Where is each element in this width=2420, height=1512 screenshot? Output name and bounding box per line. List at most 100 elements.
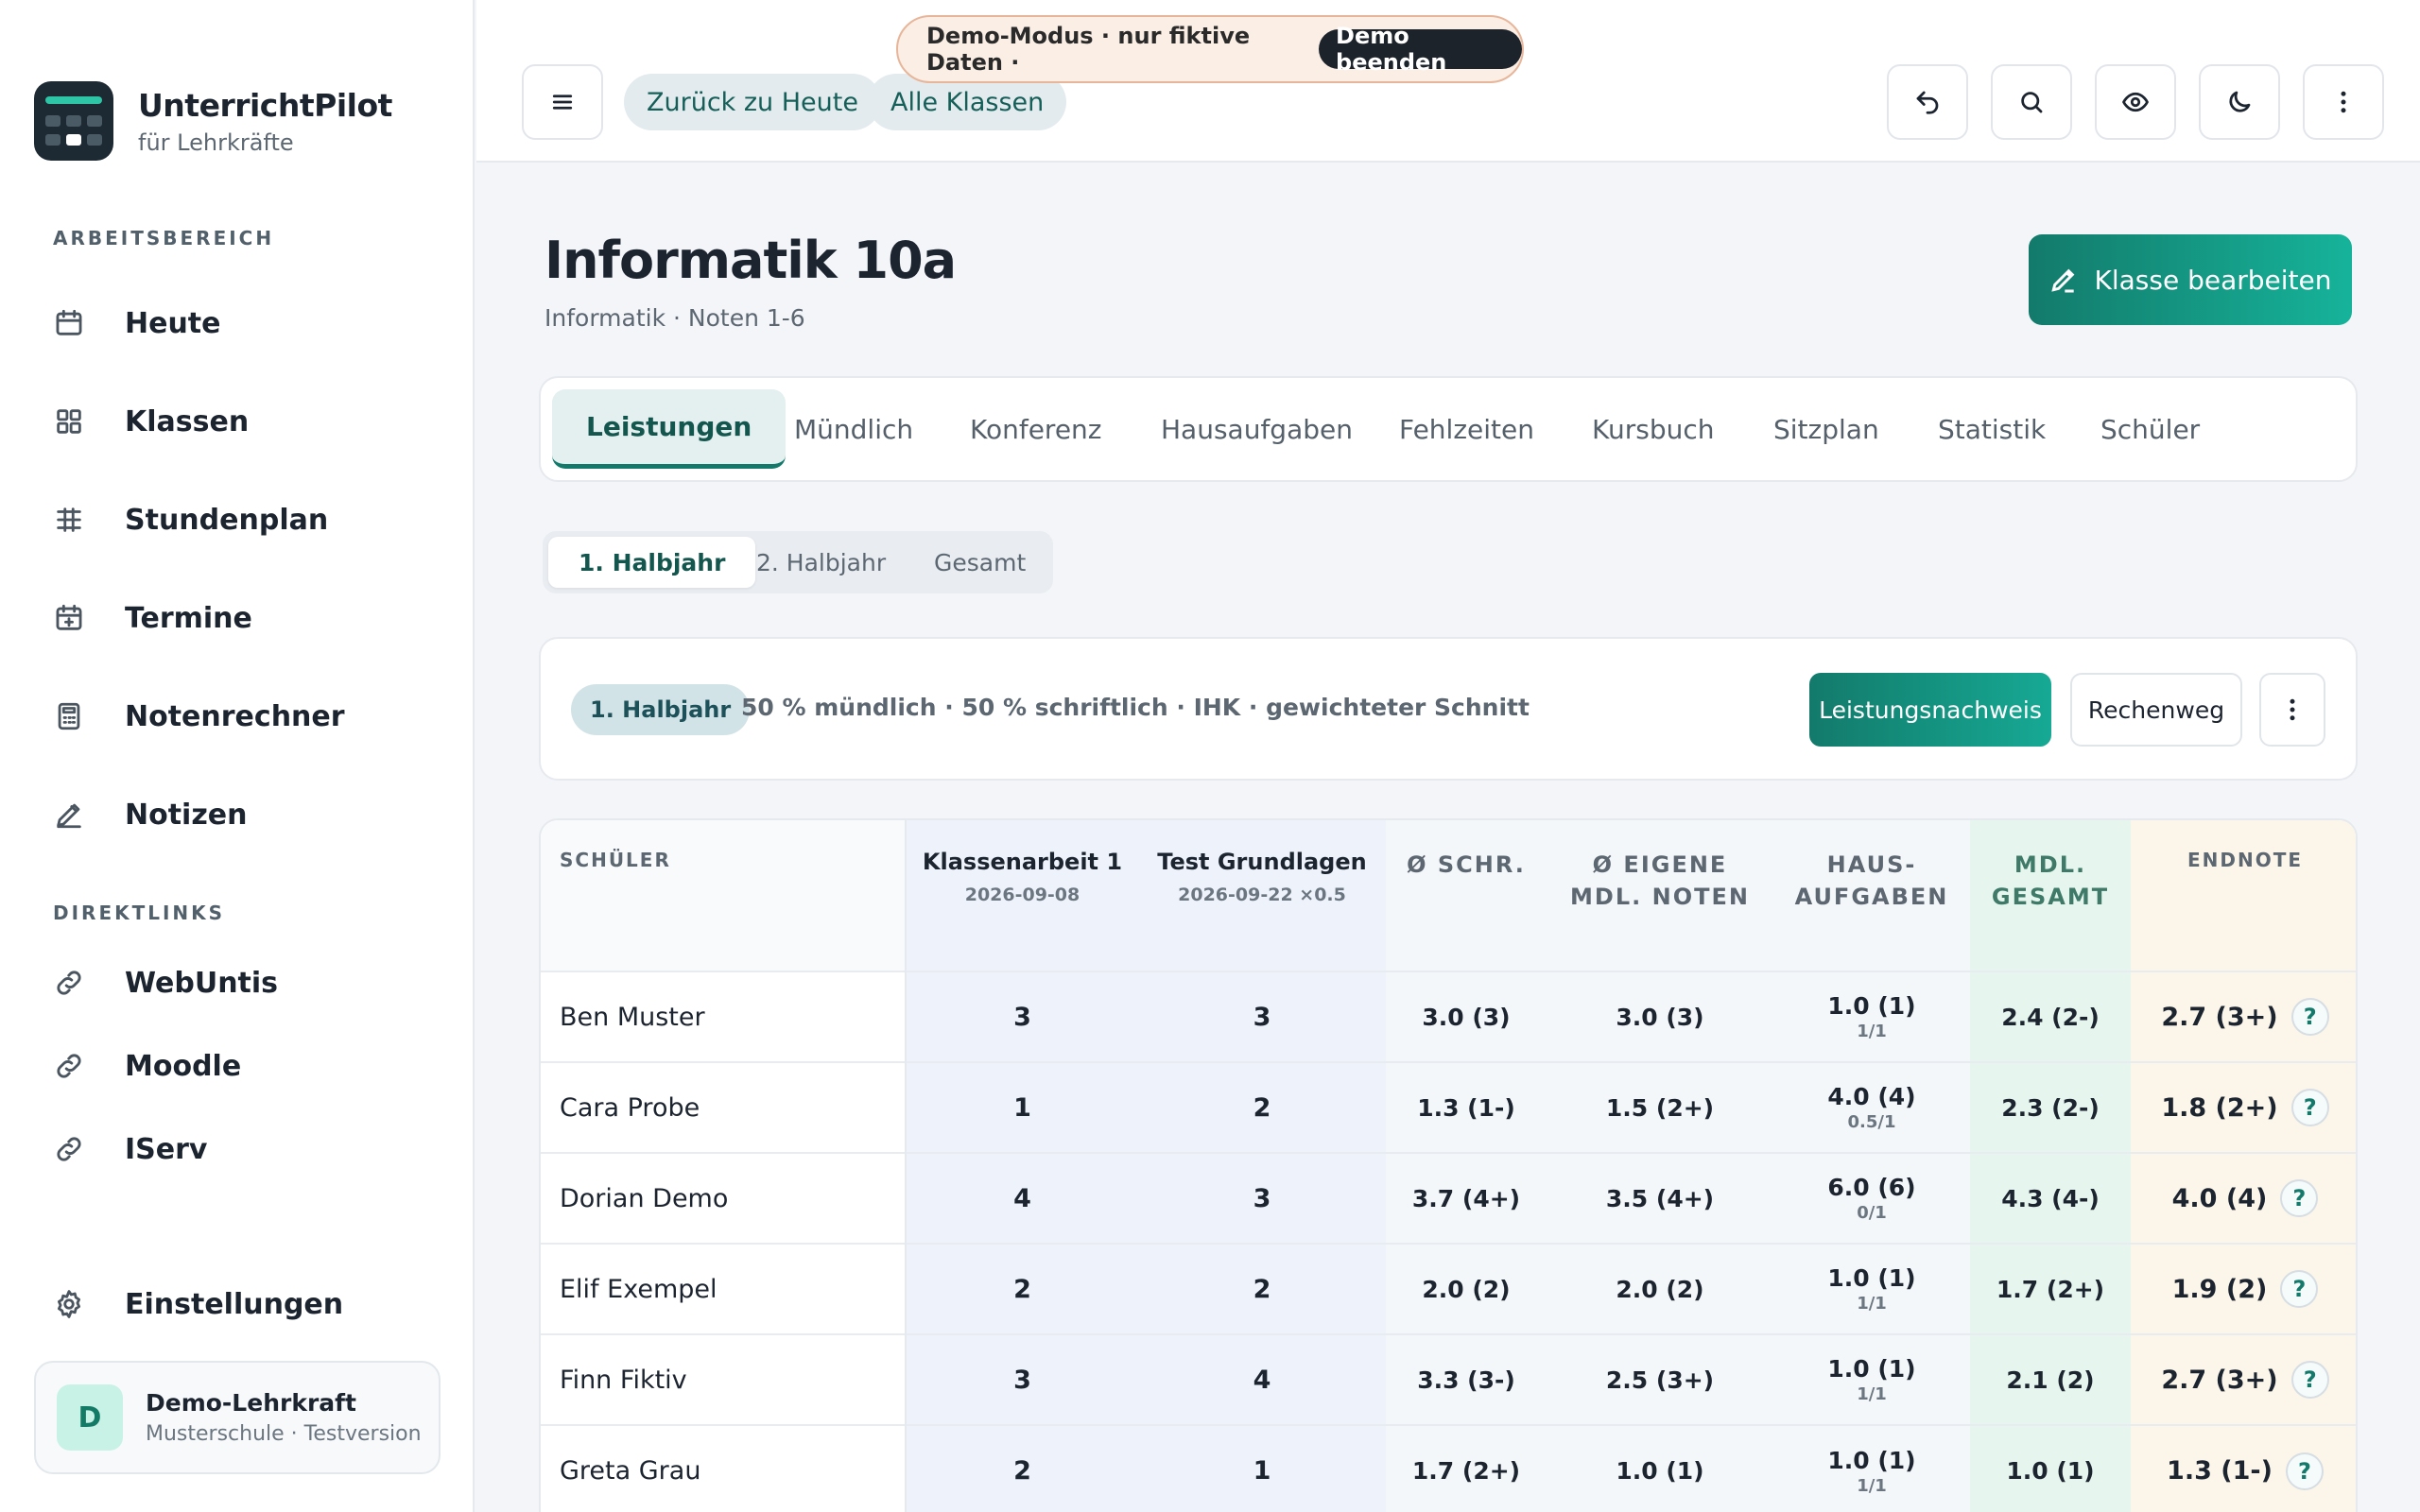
settings-label: Einstellungen <box>125 1287 344 1321</box>
undo-button[interactable] <box>1887 64 1968 140</box>
sidebar-link-label: WebUntis <box>125 966 279 1000</box>
end-demo-button[interactable]: Demo beenden <box>1319 23 1522 76</box>
edit-class-label: Klasse bearbeiten <box>2094 264 2332 296</box>
tab-kursbuch[interactable]: Kursbuch <box>1592 389 1714 469</box>
sidebar-item-termine[interactable]: Termine <box>53 590 252 646</box>
exam-2-date: 2026-09-22 ×0.5 <box>1178 885 1346 905</box>
segment-total[interactable]: Gesamt <box>934 537 1026 588</box>
table-header-row: SCHÜLER Klassenarbeit 1 2026-09-08 Test … <box>541 820 2356 971</box>
explain-button[interactable]: ? <box>2280 1270 2319 1308</box>
header-exam-1[interactable]: Klassenarbeit 1 2026-09-08 <box>906 820 1138 971</box>
sidebar-item-klassen[interactable]: Klassen <box>53 393 249 450</box>
student-name[interactable]: Greta Grau <box>541 1424 907 1512</box>
final-cell: 2.7 (3+)? <box>2131 971 2356 1062</box>
homework-cell: 1.0 (1) 1/1 <box>1773 1424 1970 1512</box>
sidebar-item-notenrechner[interactable]: Notenrechner <box>53 688 345 745</box>
brand-name: UnterrichtPilot <box>138 86 392 124</box>
brand[interactable]: UnterrichtPilot für Lehrkräfte <box>34 81 392 161</box>
table-row: Cara Probe 1 2 1.3 (1-) 1.5 (2+) 4.0 (4)… <box>541 1061 2356 1153</box>
homework-grade: 1.0 (1) <box>1827 1264 1916 1292</box>
exam-1-grade[interactable]: 2 <box>906 1243 1138 1334</box>
sidebar-item-stundenplan[interactable]: Stundenplan <box>53 491 328 548</box>
explain-button[interactable]: ? <box>2280 1179 2319 1217</box>
sidebar-link-moodle[interactable]: Moodle <box>53 1038 241 1094</box>
exam-2-grade[interactable]: 3 <box>1138 1152 1386 1244</box>
tab-muendlich[interactable]: Mündlich <box>794 389 913 469</box>
menu-button[interactable] <box>522 64 603 140</box>
tab-sitzplan[interactable]: Sitzplan <box>1773 389 1879 469</box>
student-name[interactable]: Cara Probe <box>541 1061 907 1153</box>
homework-ratio: 1/1 <box>1857 1384 1887 1404</box>
tab-statistik[interactable]: Statistik <box>1938 389 2046 469</box>
exam-1-grade[interactable]: 4 <box>906 1152 1138 1244</box>
header-homework: HAUS- AUFGABEN <box>1773 820 1970 971</box>
avg-oral: 1.5 (2+) <box>1547 1061 1773 1153</box>
final-grade: 2.7 (3+) <box>2161 1002 2278 1032</box>
explain-button[interactable]: ? <box>2290 1089 2329 1126</box>
exam-2-grade[interactable]: 3 <box>1138 971 1386 1062</box>
avatar: D <box>57 1384 123 1451</box>
tab-konferenz[interactable]: Konferenz <box>970 389 1102 469</box>
calendar-plus-icon <box>53 602 110 634</box>
exam-1-title: Klassenarbeit 1 <box>922 849 1123 875</box>
exam-2-grade[interactable]: 4 <box>1138 1333 1386 1425</box>
segment-second-half[interactable]: 2. Halbjahr <box>756 537 886 588</box>
semester-badge: 1. Halbjahr <box>571 684 751 735</box>
sidebar-item-notizen[interactable]: Notizen <box>53 786 248 843</box>
header-exam-2[interactable]: Test Grundlagen 2026-09-22 ×0.5 <box>1138 820 1386 971</box>
exam-1-grade[interactable]: 3 <box>906 971 1138 1062</box>
search-button[interactable] <box>1991 64 2072 140</box>
page-title: Informatik 10a <box>544 231 957 290</box>
edit-class-button[interactable]: Klasse bearbeiten <box>2029 234 2352 325</box>
sidebar-item-settings[interactable]: Einstellungen <box>53 1276 343 1332</box>
sidebar-item-heute[interactable]: Heute <box>53 295 221 352</box>
avg-written: 1.7 (2+) <box>1386 1424 1547 1512</box>
sidebar-link-iserv[interactable]: IServ <box>53 1121 207 1177</box>
preview-button[interactable] <box>2095 64 2176 140</box>
oral-total: 2.1 (2) <box>1970 1333 2131 1425</box>
tab-fehlzeiten[interactable]: Fehlzeiten <box>1399 389 1534 469</box>
exam-2-grade[interactable]: 1 <box>1138 1424 1386 1512</box>
header-oral-total: MDL. GESAMT <box>1970 820 2131 971</box>
homework-cell: 6.0 (6) 0/1 <box>1773 1152 1970 1244</box>
dark-mode-button[interactable] <box>2199 64 2280 140</box>
homework-ratio: 1/1 <box>1857 1022 1887 1041</box>
segment-first-half[interactable]: 1. Halbjahr <box>548 537 756 588</box>
proof-of-performance-button[interactable]: Leistungsnachweis <box>1809 673 2051 747</box>
header-avg-oral: Ø EIGENE MDL. NOTEN <box>1547 820 1773 971</box>
final-grade: 1.9 (2) <box>2171 1274 2268 1304</box>
tab-hausaufgaben[interactable]: Hausaufgaben <box>1161 389 1353 469</box>
exam-2-grade[interactable]: 2 <box>1138 1061 1386 1153</box>
pencil-icon <box>53 799 110 831</box>
avg-written: 3.0 (3) <box>1386 971 1547 1062</box>
calendar-icon <box>53 307 110 339</box>
student-name[interactable]: Ben Muster <box>541 971 907 1062</box>
tab-schueler[interactable]: Schüler <box>2100 389 2200 469</box>
back-to-today-button[interactable]: Zurück zu Heute <box>624 74 881 130</box>
calculation-button[interactable]: Rechenweg <box>2070 673 2242 747</box>
more-menu-button[interactable] <box>2303 64 2384 140</box>
homework-grade: 1.0 (1) <box>1827 992 1916 1020</box>
tab-leistungen[interactable]: Leistungen <box>552 389 786 469</box>
exam-1-grade[interactable]: 2 <box>906 1424 1138 1512</box>
info-more-button[interactable] <box>2259 673 2325 747</box>
calculator-icon <box>53 700 110 732</box>
more-vertical-icon <box>2341 91 2346 113</box>
more-vertical-icon <box>2290 698 2295 721</box>
header-homework-line-2: AUFGABEN <box>1794 884 1949 910</box>
explain-button[interactable]: ? <box>2290 1361 2329 1399</box>
student-name[interactable]: Elif Exempel <box>541 1243 907 1334</box>
student-name[interactable]: Dorian Demo <box>541 1152 907 1244</box>
avg-written: 1.3 (1-) <box>1386 1061 1547 1153</box>
sidebar-link-webuntis[interactable]: WebUntis <box>53 954 278 1011</box>
exam-1-grade[interactable]: 3 <box>906 1333 1138 1425</box>
header-avg-oral-line-2: MDL. NOTEN <box>1570 884 1750 910</box>
final-cell: 1.3 (1-)? <box>2131 1424 2356 1512</box>
header-student[interactable]: SCHÜLER <box>541 820 907 971</box>
user-card[interactable]: D Demo-Lehrkraft Musterschule · Testvers… <box>34 1361 441 1474</box>
exam-2-grade[interactable]: 2 <box>1138 1243 1386 1334</box>
exam-1-grade[interactable]: 1 <box>906 1061 1138 1153</box>
explain-button[interactable]: ? <box>2285 1452 2324 1490</box>
explain-button[interactable]: ? <box>2290 998 2329 1036</box>
student-name[interactable]: Finn Fiktiv <box>541 1333 907 1425</box>
